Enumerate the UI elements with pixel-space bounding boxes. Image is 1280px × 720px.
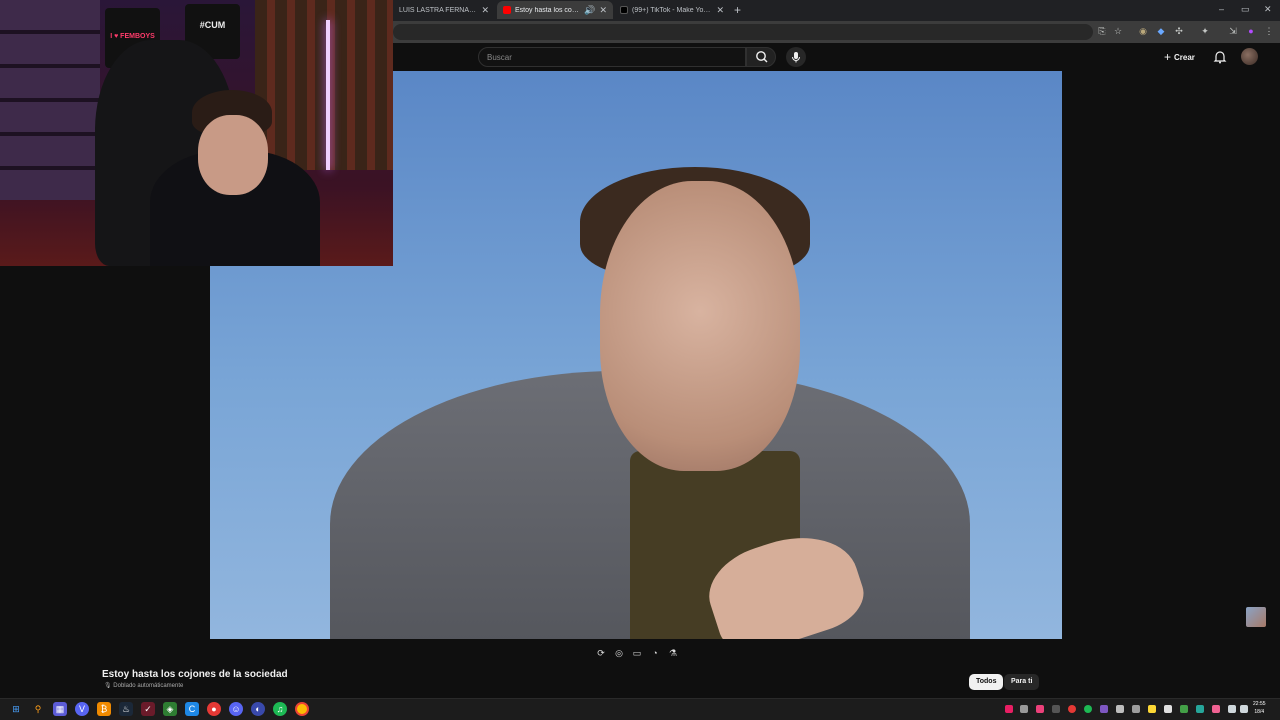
tray-icon[interactable] [1052, 705, 1060, 713]
steam-icon[interactable]: ♨ [119, 702, 133, 716]
extensions-puzzle-icon[interactable]: ✣ [1174, 26, 1184, 36]
record-app-icon[interactable]: ● [207, 702, 221, 716]
bell-icon [1213, 51, 1227, 64]
auto-dub-label: 🎙 Doblado automáticamente [104, 682, 183, 689]
close-icon[interactable]: ✕ [716, 5, 724, 16]
tray-icon[interactable] [1116, 705, 1124, 713]
media-app-icon[interactable]: ✓ [141, 702, 155, 716]
video-title: Estoy hasta los cojones de la sociedad [102, 669, 288, 680]
streamer-face [198, 115, 268, 195]
close-window-button[interactable]: ✕ [1264, 4, 1272, 15]
tiktok-favicon-icon [620, 6, 628, 14]
tab-title: (99+) TikTok - Make Your Day [632, 6, 712, 14]
streamer-webcam: I ♥ FEMBOYS #CUM [0, 0, 393, 266]
tray-icon[interactable] [1164, 705, 1172, 713]
volume-icon[interactable] [1240, 705, 1248, 713]
tab-tiktok[interactable]: (99+) TikTok - Make Your Day ✕ [614, 1, 730, 19]
taskbar-clock[interactable]: 22:55 18/4 [1253, 700, 1266, 716]
new-tab-button[interactable]: + [734, 3, 741, 17]
clock-time: 22:55 [1253, 701, 1266, 707]
notifications-button[interactable] [1213, 50, 1227, 69]
spotify-tray-icon[interactable] [1084, 705, 1092, 713]
webcam-bookshelf [255, 0, 393, 170]
lab-flask-icon[interactable]: ⚗ [667, 647, 679, 659]
menu-dots-icon[interactable]: ⋮ [1264, 26, 1274, 36]
voice-search-button[interactable] [786, 47, 806, 67]
minimize-button[interactable]: – [1219, 4, 1224, 14]
tray-icon[interactable] [1132, 705, 1140, 713]
tab-title: Estoy hasta los cojones de l [515, 6, 580, 14]
install-app-icon[interactable]: ⎘ [1097, 26, 1107, 36]
tray-icon[interactable] [1148, 705, 1156, 713]
player-actions: ⟳ ◎ ▭ ◔ ⚗ [591, 645, 683, 660]
speaker-icon[interactable]: 🔊 [584, 5, 595, 16]
webcam-shelf [0, 0, 100, 200]
tray-icon[interactable] [1196, 705, 1204, 713]
search-icon[interactable]: ⚲ [31, 702, 45, 716]
windows-start-icon[interactable]: ⊞ [9, 702, 23, 716]
loop-icon[interactable]: ⟳ [595, 647, 607, 659]
mic-tray-icon[interactable] [1212, 705, 1220, 713]
close-icon[interactable]: ✕ [481, 5, 489, 16]
bookmark-star-icon[interactable]: ☆ [1113, 26, 1123, 36]
app-grid-icon[interactable]: ▦ [53, 702, 67, 716]
youtube-favicon-icon [503, 6, 511, 14]
maximize-button[interactable]: ▭ [1241, 4, 1250, 15]
reading-list-icon[interactable]: ✦ [1200, 26, 1210, 36]
speed-icon[interactable]: ◔ [649, 647, 661, 659]
browser-app-icon[interactable]: C [185, 702, 199, 716]
tray-icon[interactable] [1005, 705, 1013, 713]
chrome-icon[interactable] [295, 702, 309, 716]
wifi-icon[interactable] [1228, 705, 1236, 713]
address-bar[interactable] [393, 24, 1093, 40]
download-icon[interactable]: ⇲ [1228, 26, 1238, 36]
dub-icon: 🎙 [104, 683, 112, 689]
account-avatar[interactable] [1241, 48, 1258, 65]
search-icon [756, 51, 768, 63]
vpn-icon[interactable]: V [75, 702, 89, 716]
discord-icon[interactable]: ☺ [229, 702, 243, 716]
bitcoin-icon[interactable]: ₿ [97, 702, 111, 716]
tab-current-video[interactable]: Estoy hasta los cojones de l 🔊 ✕ [497, 1, 613, 19]
chip-todos[interactable]: Todos [969, 674, 1004, 690]
chip-para-ti[interactable]: Para ti [1004, 674, 1040, 690]
tab-luis-lastra[interactable]: LUIS LASTRA FERNANDEZ - Yo ✕ [393, 1, 495, 19]
recommended-thumbnail[interactable] [1246, 607, 1266, 627]
app-icon[interactable]: ◐ [251, 702, 265, 716]
screen: LUIS LASTRA FERNANDEZ - Yo ✕ Estoy hasta… [0, 0, 1280, 720]
extension-icon[interactable]: ◉ [1138, 26, 1148, 36]
create-button[interactable]: + Crear [1164, 49, 1195, 65]
profile-icon[interactable]: ● [1246, 26, 1256, 36]
extension-icon[interactable]: ◆ [1156, 26, 1166, 36]
microphone-icon [792, 52, 800, 63]
plus-icon: + [1164, 50, 1172, 64]
dub-text: Doblado automáticamente [113, 683, 184, 689]
search-button[interactable] [746, 47, 776, 67]
spotify-icon[interactable]: ♫ [273, 702, 287, 716]
miniplayer-icon[interactable]: ▭ [631, 647, 643, 659]
tab-title: LUIS LASTRA FERNANDEZ - Yo [399, 6, 477, 14]
close-icon[interactable]: ✕ [599, 5, 607, 16]
clock-date: 18/4 [1254, 709, 1265, 715]
tray-icon[interactable] [1180, 705, 1188, 713]
search-input[interactable]: Buscar [478, 47, 746, 67]
video-frame-face [600, 181, 800, 471]
tray-icon[interactable] [1020, 705, 1028, 713]
tray-icon[interactable] [1068, 705, 1076, 713]
tray-icon[interactable] [1036, 705, 1044, 713]
game-app-icon[interactable]: ◈ [163, 702, 177, 716]
create-label: Crear [1174, 52, 1195, 62]
neon-light [326, 20, 330, 170]
tray-icon[interactable] [1100, 705, 1108, 713]
audio-track-icon[interactable]: ◎ [613, 647, 625, 659]
